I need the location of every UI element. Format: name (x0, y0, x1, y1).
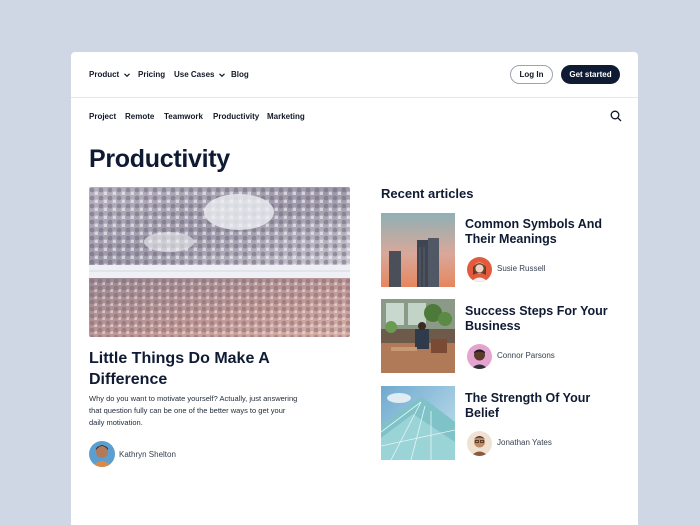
blog-page-card: Product Pricing Use Cases Blog Log In Ge… (71, 52, 638, 525)
nav-pricing-label: Pricing (138, 70, 166, 79)
chevron-down-icon (124, 72, 131, 77)
article-thumbnail[interactable] (381, 299, 455, 373)
author-avatar (89, 441, 115, 467)
recent-articles-heading: Recent articles (381, 186, 474, 201)
nav-blog-label: Blog (231, 70, 249, 79)
article-thumbnail[interactable] (381, 213, 455, 287)
featured-article-image[interactable] (89, 187, 350, 337)
get-started-button[interactable]: Get started (561, 65, 620, 84)
search-icon[interactable] (610, 110, 622, 122)
featured-article-title[interactable]: Little Things Do Make A Difference (89, 348, 329, 390)
article-title[interactable]: The Strength Of Your Belief (465, 391, 625, 421)
author-avatar (467, 344, 492, 369)
featured-article-excerpt: Why do you want to motivate yourself? Ac… (89, 394, 298, 427)
category-remote[interactable]: Remote (125, 112, 154, 121)
featured-author-name: Kathryn Shelton (119, 450, 176, 459)
article-title[interactable]: Success Steps For Your Business (465, 304, 625, 334)
login-button[interactable]: Log In (510, 65, 553, 84)
author-avatar (467, 257, 492, 282)
page-title: Productivity (89, 145, 230, 173)
nav-use-cases-label: Use Cases (174, 70, 215, 79)
article-thumbnail[interactable] (381, 386, 455, 460)
nav-blog-link[interactable]: Blog (231, 70, 249, 79)
chevron-down-icon (219, 72, 226, 77)
nav-product-menu[interactable]: Product (89, 70, 131, 79)
category-teamwork[interactable]: Teamwork (164, 112, 203, 121)
author-avatar (467, 431, 492, 456)
nav-use-cases-menu[interactable]: Use Cases (174, 70, 226, 79)
article-author-name: Jonathan Yates (497, 438, 552, 447)
nav-product-label: Product (89, 70, 120, 79)
category-project[interactable]: Project (89, 112, 116, 121)
article-author-name: Connor Parsons (497, 351, 555, 360)
article-author-name: Susie Russell (497, 264, 546, 273)
nav-pricing-link[interactable]: Pricing (138, 70, 165, 79)
category-marketing[interactable]: Marketing (267, 112, 305, 121)
article-title[interactable]: Common Symbols And Their Meanings (465, 217, 625, 247)
category-productivity[interactable]: Productivity (213, 112, 259, 121)
top-navigation: Product Pricing Use Cases Blog Log In Ge… (71, 52, 638, 98)
